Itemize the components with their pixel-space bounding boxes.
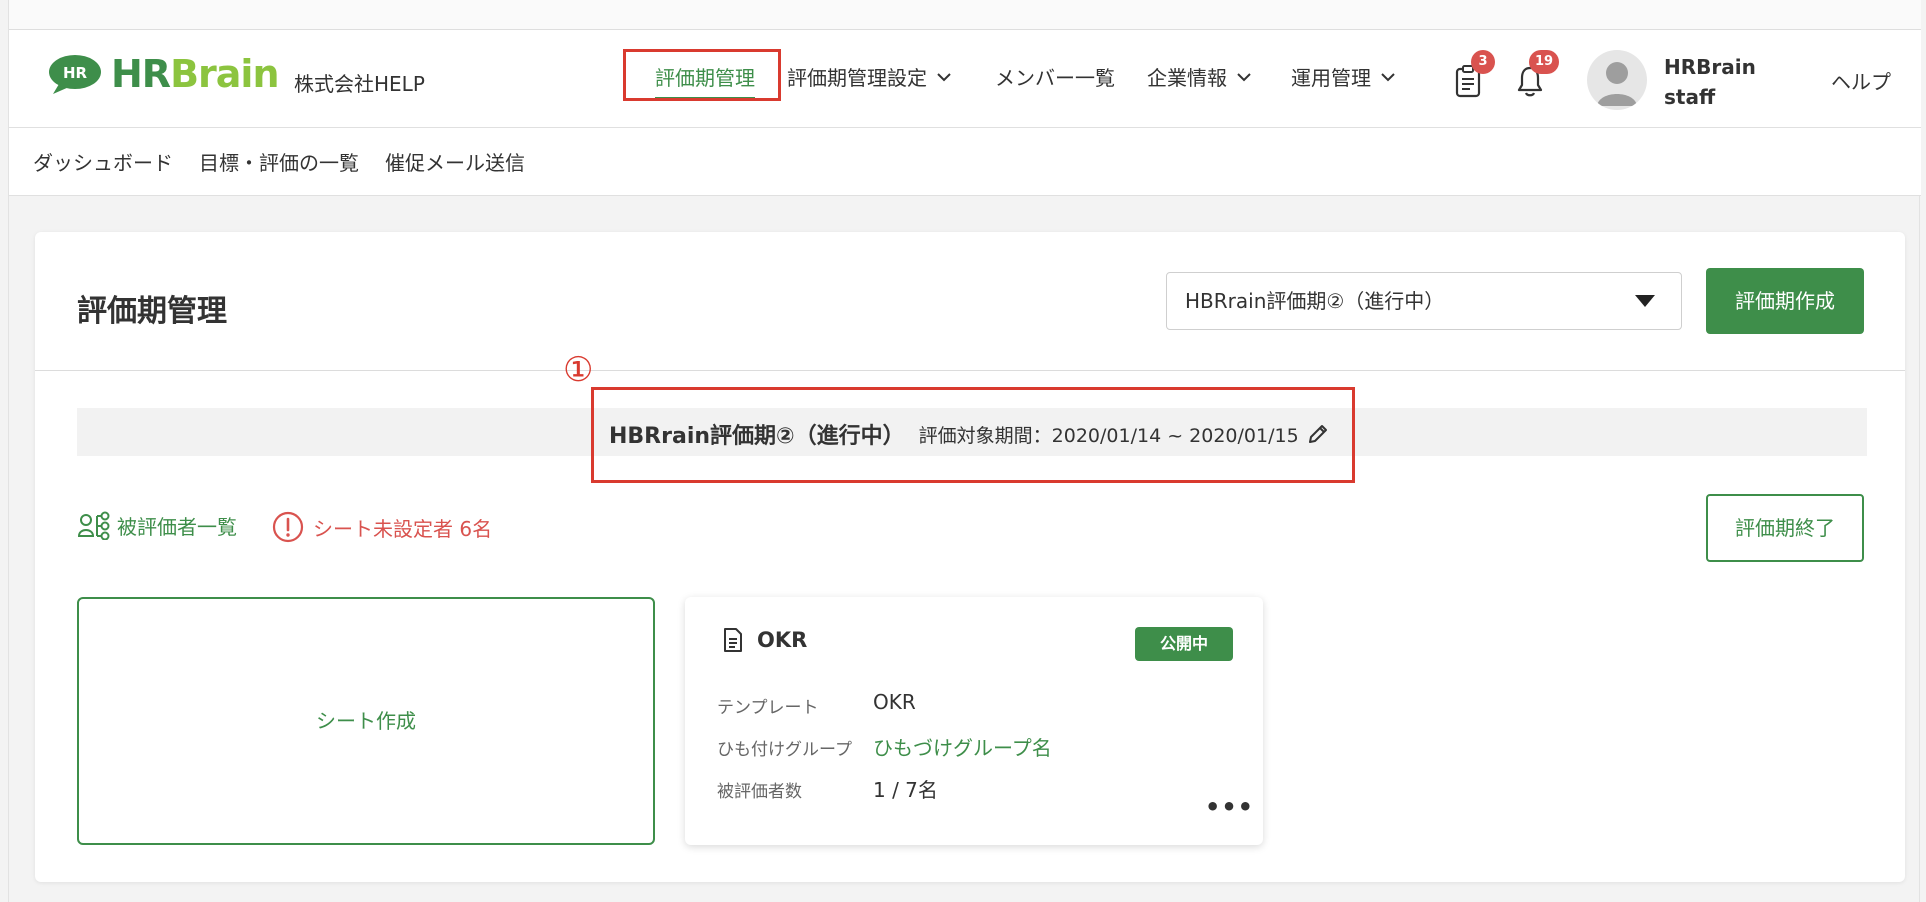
- template-label: テンプレート: [717, 698, 819, 718]
- top-strip: [9, 0, 1921, 30]
- unset-sheet-warning[interactable]: シート未設定者 6名: [271, 510, 492, 544]
- logo-badge-text: HR: [63, 64, 88, 82]
- nav-item-label: メンバー一覧: [995, 66, 1115, 90]
- evaluatee-list-label: 被評価者一覧: [117, 514, 237, 539]
- chevron-down-icon: [1237, 72, 1251, 81]
- app-frame: HR HRBrain 株式会社HELP 評価期管理 評価期管理設定 メンバー一覧…: [8, 0, 1921, 902]
- sheet-card-title-text: OKR: [757, 628, 808, 652]
- page-title: 評価期管理: [77, 294, 227, 329]
- template-value: OKR: [873, 690, 916, 714]
- nav-item-label: 企業情報: [1147, 66, 1227, 90]
- logo-badge-icon: HR: [47, 54, 107, 94]
- period-select-value: HBRrain評価期②（進行中）: [1185, 289, 1445, 313]
- unset-sheet-warning-label: シート未設定者 6名: [313, 516, 493, 541]
- nav-item-company-info[interactable]: 企業情報: [1147, 62, 1253, 91]
- evaluatee-count-value: 1 / 7名: [873, 778, 938, 802]
- caret-down-icon: [1635, 295, 1655, 307]
- linked-group-link[interactable]: ひもづけグループ名: [873, 732, 1052, 761]
- nav-item-members[interactable]: メンバー一覧: [995, 62, 1115, 91]
- chevron-down-icon: [1381, 72, 1395, 81]
- annotation-marker: ①: [563, 350, 594, 390]
- logo-wordmark-hr: HR: [111, 52, 171, 96]
- period-select[interactable]: HBRrain評価期②（進行中）: [1166, 272, 1682, 330]
- main-card: 評価期管理 HBRrain評価期②（進行中） 評価期作成 ① HBRrain評価…: [35, 232, 1905, 882]
- sub-navigation: ダッシュボード 目標・評価の一覧 催促メール送信: [9, 128, 1921, 196]
- logo-wordmark: HRBrain: [111, 52, 280, 96]
- help-link[interactable]: ヘルプ: [1831, 66, 1891, 95]
- user-name-line1: HRBrain: [1664, 55, 1756, 79]
- linked-group-label: ひも付けグループ: [717, 740, 852, 760]
- user-name[interactable]: HRBrain staff: [1664, 52, 1756, 112]
- user-name-line2: staff: [1664, 85, 1716, 109]
- sheet-card[interactable]: OKR 公開中 テンプレート OKR ひも付けグループ ひもづけグループ名 被評…: [685, 597, 1263, 845]
- annotation-highlight-nav: [623, 49, 781, 101]
- chevron-down-icon: [937, 72, 951, 81]
- divider: [35, 370, 1905, 371]
- end-period-button[interactable]: 評価期終了: [1706, 494, 1864, 562]
- notification-count-badge: 19: [1529, 50, 1560, 74]
- status-badge: 公開中: [1135, 627, 1233, 661]
- header: HR HRBrain 株式会社HELP 評価期管理 評価期管理設定 メンバー一覧…: [9, 30, 1921, 128]
- evaluatee-count-label: 被評価者数: [717, 782, 802, 802]
- nav-item-label: 運用管理: [1291, 66, 1371, 90]
- evaluatee-list-link[interactable]: 被評価者一覧: [77, 510, 237, 540]
- create-sheet-button[interactable]: シート作成: [77, 597, 655, 845]
- nav-item-operations[interactable]: 運用管理: [1291, 62, 1397, 91]
- nav-item-period-settings[interactable]: 評価期管理設定: [787, 62, 953, 91]
- sheet-card-title: OKR: [721, 627, 807, 653]
- annotation-highlight-period: [591, 387, 1355, 483]
- org-chart-icon: [77, 511, 110, 540]
- logo[interactable]: HR HRBrain: [47, 52, 280, 96]
- nav-item-label: 評価期管理設定: [787, 66, 927, 90]
- subnav-item-reminder-mail[interactable]: 催促メール送信: [385, 147, 525, 176]
- task-count-badge: 3: [1471, 50, 1495, 74]
- exclamation-circle-icon: [272, 511, 304, 543]
- avatar[interactable]: [1587, 50, 1647, 110]
- user-avatar-icon: [1597, 62, 1637, 106]
- company-name: 株式会社HELP: [294, 72, 425, 96]
- subnav-item-dashboard[interactable]: ダッシュボード: [33, 147, 173, 176]
- create-period-button[interactable]: 評価期作成: [1706, 268, 1864, 334]
- more-options-icon[interactable]: •••: [1205, 793, 1254, 821]
- document-icon: [724, 628, 742, 652]
- subnav-item-goal-evaluation-list[interactable]: 目標・評価の一覧: [199, 147, 359, 176]
- logo-wordmark-brain: Brain: [170, 52, 279, 96]
